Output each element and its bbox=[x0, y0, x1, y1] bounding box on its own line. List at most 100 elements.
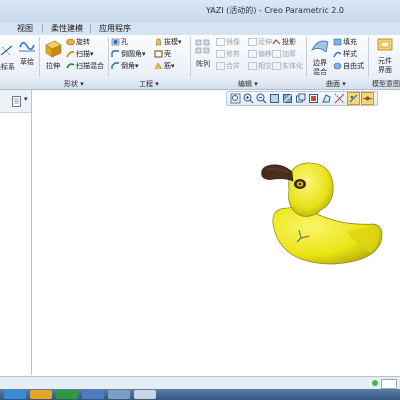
component-interface-label1: 元件 bbox=[378, 57, 392, 65]
model-intent-group-label[interactable]: 模型意图 bbox=[372, 79, 400, 89]
mirror-button[interactable]: 镜像 bbox=[216, 38, 240, 47]
swept-blend-button[interactable]: 扫描混合 bbox=[66, 62, 104, 71]
taskbar-app-button[interactable] bbox=[82, 390, 104, 399]
csys-label: 坐标系 bbox=[0, 63, 15, 71]
sweep-button[interactable]: 扫描▾ bbox=[66, 50, 94, 59]
sketch-label: 草绘 bbox=[20, 58, 34, 66]
freestyle-button[interactable]: 自由式 bbox=[333, 62, 364, 71]
engineering-group-text: 工程 bbox=[139, 80, 153, 88]
component-interface-button[interactable]: 元件 界面 bbox=[373, 36, 397, 75]
swept-blend-label: 扫描混合 bbox=[76, 62, 104, 70]
view-manager-icon[interactable] bbox=[308, 93, 319, 104]
sketch-button[interactable]: 草绘 bbox=[17, 37, 37, 67]
intersect-icon bbox=[248, 62, 257, 70]
round-button[interactable]: 倒圆角▾ bbox=[111, 50, 146, 59]
zoom-out-icon[interactable] bbox=[256, 93, 267, 104]
chevron-down-icon[interactable]: ▾ bbox=[24, 95, 28, 103]
taskbar-app-button[interactable] bbox=[134, 390, 156, 399]
tab-flexible-modeling[interactable]: 柔性建模 bbox=[46, 23, 88, 35]
pattern-label: 阵列 bbox=[196, 60, 210, 68]
start-button[interactable] bbox=[4, 390, 26, 399]
surfaces-group-label[interactable]: 曲面 ▾ bbox=[326, 79, 346, 89]
pattern-icon bbox=[195, 39, 210, 54]
chevron-down-icon[interactable]: ▾ bbox=[171, 62, 175, 70]
shell-icon bbox=[154, 50, 163, 58]
extend-label: 延伸 bbox=[258, 38, 272, 46]
hole-label: 孔 bbox=[121, 38, 128, 46]
pattern-button[interactable]: 阵列 bbox=[193, 37, 213, 69]
engineering-group-label[interactable]: 工程 ▾ bbox=[139, 79, 159, 89]
status-bar bbox=[0, 376, 400, 390]
os-taskbar bbox=[0, 389, 400, 400]
duck-head bbox=[288, 162, 334, 217]
fill-button[interactable]: 填充 bbox=[333, 38, 357, 47]
chevron-down-icon[interactable]: ▾ bbox=[178, 38, 182, 46]
taskbar-app-button[interactable] bbox=[30, 390, 52, 399]
trim-button[interactable]: 修剪 bbox=[216, 50, 240, 59]
tab-view[interactable]: 视图 bbox=[12, 23, 38, 35]
project-button[interactable]: 投影 bbox=[272, 38, 296, 47]
group-divider bbox=[39, 37, 40, 77]
draft-icon bbox=[155, 38, 162, 46]
boundary-blend-label2: 混合 bbox=[313, 68, 327, 76]
thicken-button[interactable]: 加厚 bbox=[272, 50, 296, 59]
zoom-in-icon[interactable] bbox=[243, 93, 254, 104]
annotation-display-icon[interactable] bbox=[347, 92, 360, 105]
chevron-down-icon: ▾ bbox=[155, 80, 159, 88]
extrude-label: 拉伸 bbox=[46, 62, 60, 70]
rib-icon bbox=[154, 62, 163, 70]
trim-label: 修剪 bbox=[226, 50, 240, 58]
chevron-down-icon[interactable]: ▾ bbox=[142, 50, 146, 58]
refit-icon[interactable] bbox=[230, 93, 241, 104]
merge-button[interactable]: 合并 bbox=[216, 62, 240, 71]
selection-filter-dropdown[interactable] bbox=[381, 379, 397, 389]
tab-applications[interactable]: 应用程序 bbox=[94, 23, 136, 35]
group-divider bbox=[108, 37, 109, 77]
hole-button[interactable]: 孔 bbox=[111, 38, 128, 47]
rib-label: 筋 bbox=[164, 62, 171, 70]
model-intent-group-text: 模型意图 bbox=[372, 80, 400, 88]
extend-button[interactable]: 延伸 bbox=[248, 38, 272, 47]
chamfer-button[interactable]: 倒角▾ bbox=[111, 62, 139, 71]
model-tree-panel: ▾ bbox=[0, 90, 32, 375]
rib-button[interactable]: 筋▾ bbox=[154, 62, 175, 71]
intersect-button[interactable]: 相交 bbox=[248, 62, 272, 71]
duck-pupil bbox=[298, 182, 302, 186]
datum-csys-button[interactable]: 坐标系 bbox=[0, 37, 16, 71]
thicken-icon bbox=[272, 50, 281, 58]
revolve-button[interactable]: 旋转 bbox=[66, 38, 90, 47]
solidify-button[interactable]: 实体化 bbox=[272, 62, 303, 71]
boundary-blend-label1: 边界 bbox=[313, 59, 327, 67]
chevron-down-icon[interactable]: ▾ bbox=[90, 50, 94, 58]
saved-views-icon[interactable] bbox=[295, 93, 306, 104]
sketch-icon bbox=[19, 42, 35, 52]
offset-button[interactable]: 偏移 bbox=[248, 50, 272, 59]
merge-icon bbox=[216, 62, 225, 70]
fill-icon bbox=[333, 38, 342, 46]
datum-display-icon[interactable] bbox=[334, 93, 345, 104]
repaint-icon[interactable] bbox=[269, 93, 280, 104]
extrude-button[interactable]: 拉伸 bbox=[42, 37, 64, 71]
editing-group-text: 编辑 bbox=[238, 80, 252, 88]
perspective-view-icon[interactable] bbox=[321, 93, 332, 104]
shapes-group-label[interactable]: 形状 ▾ bbox=[64, 79, 84, 89]
ribbon: 坐标系 草绘 拉伸 旋转 扫描▾ 扫描混合 孔 倒圆角▾ 倒角▾ 拔模▾ bbox=[0, 35, 400, 80]
style-button[interactable]: 样式 bbox=[333, 50, 357, 59]
shell-button[interactable]: 壳 bbox=[154, 50, 171, 59]
shell-label: 壳 bbox=[164, 50, 171, 58]
boundary-blend-button[interactable]: 边界 混合 bbox=[309, 36, 331, 77]
ribbon-group-labels: 形状 ▾ 工程 ▾ 编辑 ▾ 曲面 ▾ 模型意图 bbox=[0, 79, 400, 90]
tab-divider bbox=[90, 24, 91, 33]
draft-button[interactable]: 拔模▾ bbox=[154, 38, 182, 47]
display-style-icon[interactable] bbox=[282, 93, 293, 104]
editing-group-label[interactable]: 编辑 ▾ bbox=[238, 79, 258, 89]
duck-model[interactable] bbox=[255, 150, 390, 275]
round-label: 倒圆角 bbox=[121, 50, 142, 58]
chevron-down-icon[interactable]: ▾ bbox=[135, 62, 139, 70]
spin-center-icon[interactable] bbox=[361, 92, 374, 105]
document-icon[interactable] bbox=[12, 96, 21, 107]
taskbar-app-button[interactable] bbox=[108, 390, 130, 399]
style-icon bbox=[333, 51, 342, 58]
taskbar-app-button[interactable] bbox=[56, 390, 78, 399]
panel-toolbar: ▾ bbox=[0, 90, 31, 113]
